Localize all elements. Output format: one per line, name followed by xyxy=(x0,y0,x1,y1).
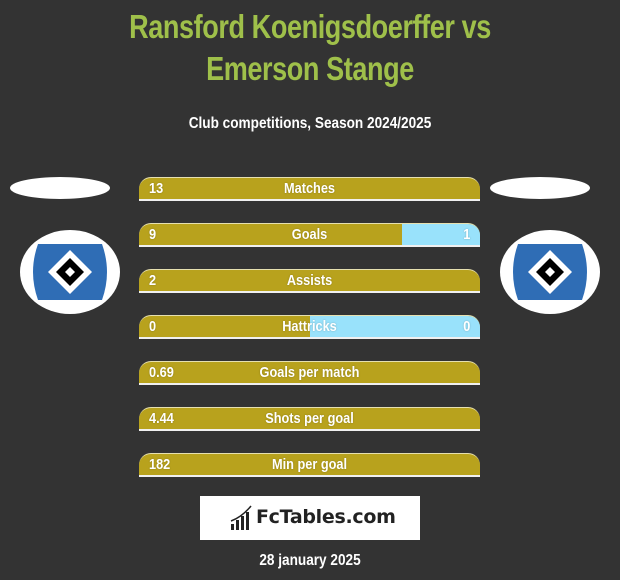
competition-subtitle: Club competitions, Season 2024/2025 xyxy=(188,115,432,132)
right-player-photo-placeholder xyxy=(490,177,590,199)
left-player-value: 9 xyxy=(149,226,157,243)
hamburger-sv-logo-icon xyxy=(33,244,107,300)
left-player-photo-placeholder xyxy=(10,177,110,199)
stat-label: Goals per match xyxy=(259,364,360,381)
left-player-value: 2 xyxy=(149,272,157,289)
right-player-value: 1 xyxy=(462,226,470,243)
right-club-logo[interactable] xyxy=(500,230,600,314)
stat-label: Matches xyxy=(283,180,336,197)
stat-row-hattricks: 0 Hattricks 0 xyxy=(139,315,480,339)
stat-row-shots-per-goal: 4.44 Shots per goal xyxy=(139,407,480,431)
fctables-brand-logo[interactable]: FcTables.com xyxy=(200,496,420,540)
right-player-value: 0 xyxy=(462,318,470,335)
page-title: Ransford Koenigsdoerffer vs Emerson Stan… xyxy=(129,8,491,87)
bar-chart-icon xyxy=(230,505,252,530)
date-label: 28 january 2025 xyxy=(259,552,361,569)
stat-row-assists: 2 Assists xyxy=(139,269,480,293)
left-club-logo[interactable] xyxy=(20,230,120,314)
left-player-value: 13 xyxy=(149,180,164,197)
stat-label: Shots per goal xyxy=(265,410,354,427)
stat-label: Min per goal xyxy=(271,456,348,473)
stat-label: Hattricks xyxy=(282,318,337,335)
left-player-value: 0 xyxy=(149,318,157,335)
stat-label: Goals xyxy=(291,226,328,243)
stat-row-matches: 13 Matches xyxy=(139,177,480,201)
stat-row-goals-per-match: 0.69 Goals per match xyxy=(139,361,480,385)
stat-row-min-per-goal: 182 Min per goal xyxy=(139,453,480,477)
brand-name: FcTables.com xyxy=(256,506,396,528)
stat-row-goals: 9 Goals 1 xyxy=(139,223,480,247)
hamburger-sv-logo-icon xyxy=(513,244,587,300)
stat-label: Assists xyxy=(286,272,333,289)
